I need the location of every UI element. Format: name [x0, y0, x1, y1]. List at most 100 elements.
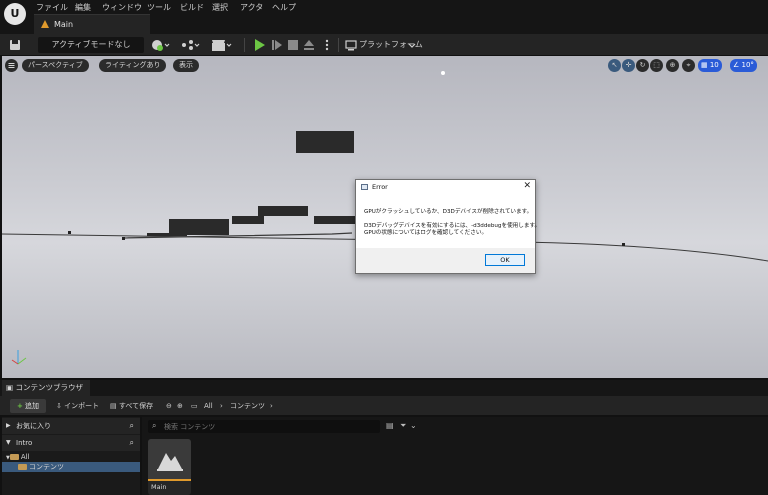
asset-tile-main[interactable]: Main [148, 439, 191, 495]
project-header[interactable]: ▼ Intro ⌕ [2, 435, 140, 451]
tree-item-all[interactable]: ▼ All [2, 452, 140, 462]
level-asset-icon [157, 453, 183, 471]
ok-button[interactable]: OK [485, 254, 525, 266]
toolbar-separator [338, 38, 339, 52]
dialog-title-bar: Error ✕ [356, 180, 535, 194]
level-tab-label: Main [54, 20, 74, 29]
level-icon [41, 20, 49, 28]
dialog-line: GPUがクラッシュしているか、D3Dデバイスが削除されています。 [364, 209, 533, 215]
collapse-icon: ▶ [6, 422, 11, 429]
menu-window[interactable]: ウィンドウ [102, 2, 142, 13]
search-icon[interactable]: ⌕ [130, 435, 134, 451]
chevron-down-icon[interactable] [408, 37, 416, 53]
play-icon[interactable] [253, 37, 267, 53]
tree-item-label: All [20, 453, 30, 461]
perspective-label: パースペクティブ [28, 61, 83, 69]
show-button[interactable]: 表示 [173, 59, 199, 72]
dialog-close-button[interactable]: ✕ [523, 181, 531, 191]
favorites-label: お気に入り [16, 422, 51, 430]
world-icon[interactable]: ⊕ [666, 59, 679, 72]
search-input[interactable] [164, 421, 374, 432]
history-forward-icon[interactable]: ⊕ [177, 399, 183, 413]
platform-icon[interactable] [345, 37, 357, 53]
add-button[interactable]: + 追加 [10, 399, 46, 413]
breadcrumb-chevron-icon[interactable]: › [270, 399, 273, 413]
filter-icon[interactable]: ⏷ [400, 421, 406, 431]
content-browser-tab-label: コンテンツブラウザ [15, 383, 83, 392]
blueprint-icon[interactable] [180, 37, 202, 53]
breadcrumb-all[interactable]: All [204, 399, 213, 413]
level-tab-main[interactable]: Main [34, 14, 150, 34]
step-icon[interactable] [270, 37, 284, 53]
viewport-menu-icon[interactable] [5, 59, 18, 72]
cinematics-icon[interactable] [210, 37, 234, 53]
folder-icon [18, 464, 27, 470]
tree-item-label: コンテンツ [29, 463, 64, 471]
tree-item-content[interactable]: コンテンツ [2, 462, 140, 472]
eject-icon[interactable] [302, 37, 316, 53]
import-icon: ⇩ [56, 402, 65, 410]
toolbar-separator [244, 38, 245, 52]
surface-snap-icon[interactable]: ⌖ [682, 59, 695, 72]
add-actor-icon[interactable] [150, 37, 172, 53]
project-label: Intro [16, 439, 33, 447]
window-icon [361, 184, 368, 190]
search-icon: ⌕ [152, 421, 157, 430]
chevron-down-icon[interactable]: ⌄ [410, 421, 417, 430]
lighting-button[interactable]: ライティングあり [99, 59, 167, 72]
menu-bar: U ファイル 編集 ウィンドウ ツール ビルド 選択 アクタ ヘルプ Main [0, 0, 768, 34]
dialog-title: Error [372, 183, 388, 191]
more-options-icon[interactable] [320, 37, 334, 53]
show-label: 表示 [179, 61, 193, 69]
asset-name: Main [151, 483, 167, 491]
perspective-button[interactable]: パースペクティブ [22, 59, 89, 72]
breadcrumb-separator: › [220, 402, 223, 410]
rotate-icon[interactable]: ↻ [636, 59, 649, 72]
search-icon[interactable]: ⌕ [130, 418, 134, 434]
content-browser-tabbar: ▣ コンテンツブラウザ × [0, 380, 768, 408]
angle-snap-value: 10° [741, 61, 754, 69]
translate-icon[interactable]: ✛ [622, 59, 635, 72]
asset-type-bar [148, 479, 191, 481]
dialog-footer: OK [356, 248, 535, 273]
lighting-label: ライティングあり [105, 61, 161, 69]
history-back-icon[interactable]: ⊖ [166, 399, 172, 413]
dialog-line: D3Dデバッグデバイスを有効にするには、-d3ddebugを使用します。 [364, 223, 541, 229]
import-button[interactable]: ⇩ インポート [56, 399, 99, 413]
asset-thumbnail [148, 439, 191, 479]
sources-panel: ▶ お気に入り ⌕ ▼ Intro ⌕ ▼ All コンテンツ [2, 417, 140, 495]
menu-select[interactable]: 選択 [212, 2, 228, 13]
menu-actor[interactable]: アクタ [240, 2, 263, 13]
add-label: 追加 [25, 402, 40, 410]
angle-snap-toggle[interactable]: ∠ 10° [730, 59, 757, 72]
plus-icon: + [16, 402, 23, 410]
stop-icon[interactable] [286, 37, 300, 53]
scale-icon[interactable]: ⬚ [650, 59, 663, 72]
menu-build[interactable]: ビルド [180, 2, 204, 13]
content-browser-tab[interactable]: ▣ コンテンツブラウザ × [2, 380, 90, 408]
asset-view: ⌕ ▤ ⏷ ⌄ Main [142, 417, 768, 495]
dialog-line: GPUの状態についてはログを確認してください。 [364, 230, 488, 236]
save-all-button[interactable]: ▤ すべて保存 [110, 399, 153, 413]
unreal-logo[interactable]: U [4, 3, 26, 25]
mode-select[interactable]: アクティブモードなし [38, 37, 144, 53]
viewport-right-controls: ↖ ✛ ↻ ⬚ ⊕ ⌖ ▦ 10 ∠ 10° [608, 59, 766, 72]
breadcrumb-content[interactable]: コンテンツ [230, 399, 265, 413]
select-mode-icon[interactable]: ↖ [608, 59, 621, 72]
menu-file[interactable]: ファイル [36, 2, 68, 13]
error-dialog: Error ✕ GPUがクラッシュしているか、D3Dデバイスが削除されています。… [355, 179, 541, 274]
menu-help[interactable]: ヘルプ [272, 2, 296, 13]
content-browser-toolbar: + 追加 ⇩ インポート ▤ すべて保存 ⊖ ⊕ ▭ All › コンテンツ › [0, 396, 768, 416]
save-icon[interactable] [8, 37, 22, 53]
grid-snap-value: 10 [709, 61, 719, 69]
expand-icon: ▼ [6, 439, 11, 446]
main-toolbar: アクティブモードなし プラットフォーム [0, 34, 768, 56]
asset-search[interactable]: ⌕ [148, 420, 380, 433]
favorites-header[interactable]: ▶ お気に入り ⌕ [2, 418, 140, 434]
menu-tools[interactable]: ツール [147, 2, 171, 13]
save-search-icon[interactable]: ▤ [386, 421, 394, 430]
folder-icon [9, 454, 19, 460]
grid-snap-toggle[interactable]: ▦ 10 [698, 59, 722, 72]
menu-edit[interactable]: 編集 [75, 2, 91, 13]
save-all-icon: ▤ [110, 402, 119, 410]
